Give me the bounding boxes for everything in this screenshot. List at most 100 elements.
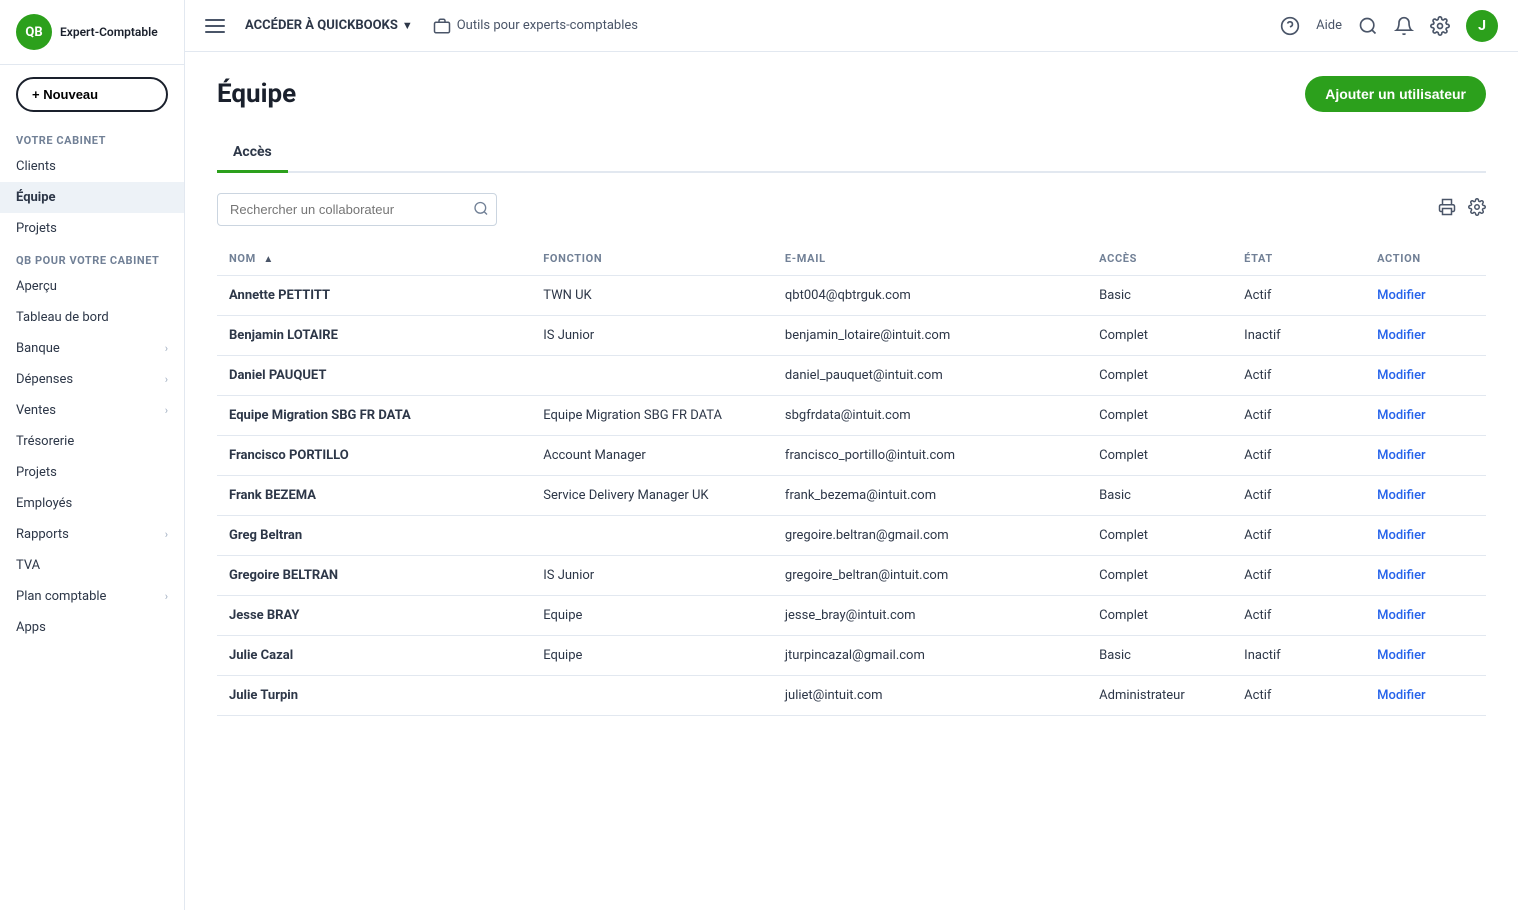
sidebar-item-label: Tableau de bord [16, 310, 109, 325]
cell-fonction: IS Junior [531, 556, 773, 596]
main-content: ACCÉDER À QUICKBOOKS ▼ Outils pour exper… [185, 0, 1518, 910]
table-row: Julie Turpin juliet@intuit.com Administr… [217, 676, 1486, 716]
qb-section-label: QB POUR VOTRE CABINET [0, 244, 184, 271]
cell-etat: Actif [1232, 516, 1365, 556]
sidebar-item-employes[interactable]: Employés [0, 488, 184, 519]
modifier-link[interactable]: Modifier [1377, 648, 1426, 663]
brand-label: ACCÉDER À QUICKBOOKS [245, 18, 398, 33]
sidebar-item-label: TVA [16, 558, 40, 573]
aide-label[interactable]: Aide [1316, 18, 1342, 33]
cell-action[interactable]: Modifier [1365, 636, 1486, 676]
cell-action[interactable]: Modifier [1365, 436, 1486, 476]
cell-nom: Benjamin LOTAIRE [217, 316, 531, 356]
quickbooks-brand-nav[interactable]: ACCÉDER À QUICKBOOKS ▼ [245, 18, 413, 33]
search-button[interactable] [473, 200, 489, 219]
sidebar-item-equipe[interactable]: Équipe [0, 182, 184, 213]
sidebar-item-ventes[interactable]: Ventes › [0, 395, 184, 426]
team-table: NOM ▲ FONCTION E-MAIL ACCÈS ÉTAT [217, 242, 1486, 716]
add-user-button[interactable]: Ajouter un utilisateur [1305, 76, 1486, 112]
tabs: Accès [217, 136, 1486, 173]
briefcase-icon [433, 17, 451, 35]
settings-button[interactable] [1468, 198, 1486, 221]
sidebar-item-label: Ventes [16, 403, 56, 418]
col-header-fonction: FONCTION [531, 242, 773, 276]
cell-acces: Complet [1087, 556, 1232, 596]
cell-nom: Frank BEZEMA [217, 476, 531, 516]
cell-email: jturpincazal@gmail.com [773, 636, 1087, 676]
cell-action[interactable]: Modifier [1365, 596, 1486, 636]
cell-action[interactable]: Modifier [1365, 396, 1486, 436]
modifier-link[interactable]: Modifier [1377, 288, 1426, 303]
cell-acces: Basic [1087, 276, 1232, 316]
cell-nom: Julie Cazal [217, 636, 531, 676]
sidebar-item-plan-comptable[interactable]: Plan comptable › [0, 581, 184, 612]
cell-action[interactable]: Modifier [1365, 556, 1486, 596]
topnav: ACCÉDER À QUICKBOOKS ▼ Outils pour exper… [185, 0, 1518, 52]
votre-cabinet-section-label: VOTRE CABINET [0, 124, 184, 151]
settings-icon[interactable] [1430, 16, 1450, 36]
sidebar-item-tresorerie[interactable]: Trésorerie [0, 426, 184, 457]
cell-action[interactable]: Modifier [1365, 476, 1486, 516]
col-header-nom[interactable]: NOM ▲ [217, 242, 531, 276]
search-input[interactable] [217, 193, 497, 226]
cell-acces: Administrateur [1087, 676, 1232, 716]
cell-email: juliet@intuit.com [773, 676, 1087, 716]
modifier-link[interactable]: Modifier [1377, 448, 1426, 463]
cell-email: gregoire.beltran@gmail.com [773, 516, 1087, 556]
modifier-link[interactable]: Modifier [1377, 368, 1426, 383]
tab-acces[interactable]: Accès [217, 136, 288, 173]
tools-link[interactable]: Outils pour experts-comptables [433, 17, 638, 35]
sidebar-item-label: Banque [16, 341, 60, 356]
search-icon [473, 200, 489, 216]
sidebar-item-banque[interactable]: Banque › [0, 333, 184, 364]
sidebar-item-projets2[interactable]: Projets [0, 457, 184, 488]
sidebar-item-projets[interactable]: Projets [0, 213, 184, 244]
chevron-right-icon: › [165, 528, 168, 541]
cell-fonction: Service Delivery Manager UK [531, 476, 773, 516]
sidebar-item-apps[interactable]: Apps [0, 612, 184, 643]
cell-etat: Actif [1232, 556, 1365, 596]
print-button[interactable] [1438, 198, 1456, 221]
cell-etat: Actif [1232, 436, 1365, 476]
col-header-action: ACTION [1365, 242, 1486, 276]
logo-text: Expert-Comptable [60, 25, 158, 39]
modifier-link[interactable]: Modifier [1377, 328, 1426, 343]
cell-action[interactable]: Modifier [1365, 516, 1486, 556]
sidebar-item-label: Employés [16, 496, 72, 511]
sidebar-item-rapports[interactable]: Rapports › [0, 519, 184, 550]
table-header-row: NOM ▲ FONCTION E-MAIL ACCÈS ÉTAT [217, 242, 1486, 276]
brand-chevron-icon: ▼ [402, 19, 413, 32]
cell-action[interactable]: Modifier [1365, 276, 1486, 316]
sidebar-item-tableau-de-bord[interactable]: Tableau de bord [0, 302, 184, 333]
new-button[interactable]: + Nouveau [16, 77, 168, 112]
col-header-acces: ACCÈS [1087, 242, 1232, 276]
cell-email: daniel_pauquet@intuit.com [773, 356, 1087, 396]
chevron-right-icon: › [165, 590, 168, 603]
cell-etat: Inactif [1232, 636, 1365, 676]
help-icon[interactable] [1280, 16, 1300, 36]
hamburger-menu[interactable] [205, 19, 225, 33]
modifier-link[interactable]: Modifier [1377, 608, 1426, 623]
sidebar-item-depenses[interactable]: Dépenses › [0, 364, 184, 395]
cell-email: qbt004@qbtrguk.com [773, 276, 1087, 316]
cell-email: benjamin_lotaire@intuit.com [773, 316, 1087, 356]
modifier-link[interactable]: Modifier [1377, 488, 1426, 503]
sidebar-item-label: Trésorerie [16, 434, 74, 449]
modifier-link[interactable]: Modifier [1377, 408, 1426, 423]
cell-nom: Daniel PAUQUET [217, 356, 531, 396]
cell-action[interactable]: Modifier [1365, 316, 1486, 356]
modifier-link[interactable]: Modifier [1377, 528, 1426, 543]
cell-nom: Greg Beltran [217, 516, 531, 556]
cell-action[interactable]: Modifier [1365, 676, 1486, 716]
cell-acces: Complet [1087, 596, 1232, 636]
sidebar-item-apercu[interactable]: Aperçu [0, 271, 184, 302]
user-avatar[interactable]: J [1466, 10, 1498, 42]
modifier-link[interactable]: Modifier [1377, 688, 1426, 703]
sidebar-item-clients[interactable]: Clients [0, 151, 184, 182]
search-icon[interactable] [1358, 16, 1378, 36]
sidebar-item-tva[interactable]: TVA [0, 550, 184, 581]
cell-action[interactable]: Modifier [1365, 356, 1486, 396]
notifications-icon[interactable] [1394, 16, 1414, 36]
page-content: Équipe Ajouter un utilisateur Accès [185, 52, 1518, 910]
modifier-link[interactable]: Modifier [1377, 568, 1426, 583]
